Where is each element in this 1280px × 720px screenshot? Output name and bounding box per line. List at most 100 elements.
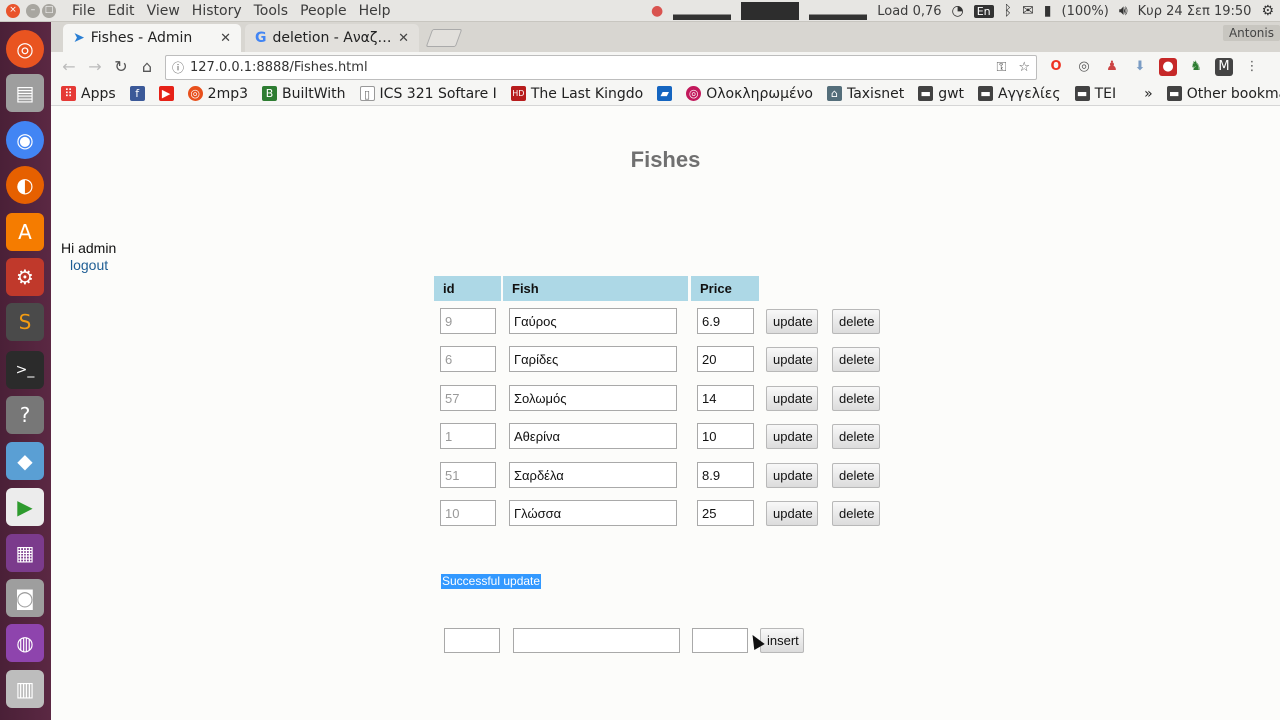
price-field[interactable] — [697, 346, 754, 372]
user-ext-icon[interactable]: ♟ — [1103, 58, 1121, 76]
insert-button[interactable]: insert — [760, 628, 804, 653]
fish-name-field[interactable] — [509, 308, 677, 334]
help-icon[interactable]: ? — [6, 396, 44, 434]
battery-level[interactable]: (100%) — [1062, 4, 1109, 19]
delete-button[interactable]: delete — [832, 424, 880, 449]
bookmark-2mp3[interactable]: ◎ 2mp3 — [187, 86, 248, 102]
load-indicator[interactable]: Load 0,76 — [877, 4, 941, 19]
media-icon[interactable]: ◍ — [6, 624, 44, 662]
update-button[interactable]: update — [766, 386, 818, 411]
software-center-icon[interactable]: A — [6, 213, 44, 251]
system-settings-icon[interactable]: ⚙ — [6, 258, 44, 296]
new-tab-button[interactable] — [425, 29, 463, 47]
tab-deletion-search[interactable]: G deletion - Αναζήτηση ✕ — [245, 24, 419, 52]
bookmark-olokliromeno[interactable]: ◎ Ολοκληρωμένο — [686, 86, 813, 102]
bookmarks-overflow-button[interactable]: » — [1144, 86, 1153, 102]
info-icon[interactable]: ⓘ — [172, 59, 184, 76]
new-id-field[interactable] — [444, 628, 500, 653]
bookmark-folder-gwt[interactable]: ▬ gwt — [918, 86, 964, 102]
id-field[interactable] — [440, 462, 496, 488]
menu-history[interactable]: History — [186, 2, 248, 20]
record-icon[interactable]: ● — [651, 3, 663, 19]
update-button[interactable]: update — [766, 463, 818, 488]
id-field[interactable] — [440, 308, 496, 334]
files-icon[interactable]: ▤ — [6, 74, 44, 112]
sublime-text-icon[interactable]: S — [6, 303, 44, 341]
camera-icon[interactable]: ◙ — [6, 579, 44, 617]
app-runner-icon[interactable]: ▶ — [6, 488, 44, 526]
menu-help[interactable]: Help — [353, 2, 397, 20]
mail-icon[interactable]: ✉ — [1022, 3, 1034, 19]
close-icon[interactable]: ✕ — [220, 31, 231, 46]
url-text[interactable]: 127.0.0.1:8888/Fishes.html — [190, 60, 990, 75]
star-icon[interactable]: ☆ — [1018, 60, 1036, 75]
delete-button[interactable]: delete — [832, 309, 880, 334]
home-icon[interactable]: ⌂ — [137, 57, 157, 77]
delete-button[interactable]: delete — [832, 463, 880, 488]
menu-icon[interactable]: ⋮ — [1243, 58, 1261, 76]
id-field[interactable] — [440, 500, 496, 526]
fish-name-field[interactable] — [509, 346, 677, 372]
fish-name-field[interactable] — [509, 500, 677, 526]
id-field[interactable] — [440, 385, 496, 411]
keyboard-layout[interactable]: En — [973, 4, 994, 18]
fish-name-field[interactable] — [509, 423, 677, 449]
menu-people[interactable]: People — [294, 2, 353, 20]
bookmark-apps[interactable]: ⠿ Apps — [61, 86, 116, 102]
gmail-icon[interactable]: M — [1215, 58, 1233, 76]
trash-icon[interactable]: ▥ — [6, 670, 44, 708]
settings-icon[interactable]: ⚙ — [1261, 3, 1274, 19]
fish-name-field[interactable] — [509, 385, 677, 411]
wifi-icon[interactable]: ◔ — [952, 3, 964, 19]
battery-icon[interactable]: ▮ — [1044, 3, 1052, 19]
lastpass-icon[interactable]: ● — [1159, 58, 1177, 76]
price-field[interactable] — [697, 462, 754, 488]
delete-button[interactable]: delete — [832, 386, 880, 411]
id-field[interactable] — [440, 346, 496, 372]
menu-file[interactable]: File — [66, 2, 101, 20]
bookmark-builtwith[interactable]: B BuiltWith — [262, 86, 346, 102]
price-field[interactable] — [697, 423, 754, 449]
window-close-button[interactable]: × — [6, 4, 20, 18]
address-bar[interactable]: ⓘ 127.0.0.1:8888/Fishes.html ⚿ ☆ — [165, 55, 1037, 80]
profile-button[interactable]: Antonis — [1222, 25, 1280, 41]
bookmark-taxisnet[interactable]: ⌂ Taxisnet — [826, 86, 904, 102]
bluetooth-icon[interactable]: ᛒ — [1004, 3, 1012, 19]
forward-icon[interactable]: → — [85, 57, 105, 77]
price-field[interactable] — [697, 308, 754, 334]
video-ext-icon[interactable]: ◎ — [1075, 58, 1093, 76]
update-button[interactable]: update — [766, 424, 818, 449]
virtualbox-icon[interactable]: ◆ — [6, 442, 44, 480]
price-field[interactable] — [697, 385, 754, 411]
workspace-icon[interactable]: ▦ — [6, 534, 44, 572]
bookmark-last-kingdom[interactable]: HD The Last Kingdo — [510, 86, 643, 102]
bookmark-facebook[interactable]: f — [129, 86, 145, 101]
fish-name-field[interactable] — [509, 462, 677, 488]
logout-link[interactable]: logout — [70, 257, 108, 273]
id-field[interactable] — [440, 423, 496, 449]
key-icon[interactable]: ⚿ — [996, 60, 1012, 75]
other-bookmarks[interactable]: ▬Other bookmarks — [1166, 86, 1280, 102]
back-icon[interactable]: ← — [59, 57, 79, 77]
clock[interactable]: Κυρ 24 Σεπ 19:50 — [1138, 4, 1252, 19]
update-button[interactable]: update — [766, 347, 818, 372]
window-minimize-button[interactable]: – — [26, 4, 40, 18]
tab-fishes-admin[interactable]: ➤ Fishes - Admin ✕ — [63, 24, 241, 52]
update-button[interactable]: update — [766, 309, 818, 334]
terminal-icon[interactable]: >_ — [6, 351, 44, 389]
reload-icon[interactable]: ↻ — [111, 57, 131, 77]
new-fish-name-field[interactable] — [513, 628, 680, 653]
bookmark-folder-tei[interactable]: ▬ TEI — [1074, 86, 1116, 102]
chrome-icon[interactable]: ◉ — [6, 121, 44, 159]
delete-button[interactable]: delete — [832, 347, 880, 372]
firefox-icon[interactable]: ◐ — [6, 166, 44, 204]
window-maximize-button[interactable]: □ — [42, 4, 56, 18]
bookmark-blue[interactable]: ▰ — [657, 86, 673, 101]
new-price-field[interactable] — [692, 628, 748, 653]
update-button[interactable]: update — [766, 501, 818, 526]
menu-edit[interactable]: Edit — [101, 2, 140, 20]
bookmark-ics321[interactable]: ▯ ICS 321 Softare I — [359, 86, 497, 102]
close-icon[interactable]: ✕ — [398, 31, 409, 46]
delete-button[interactable]: delete — [832, 501, 880, 526]
shopping-ext-icon[interactable]: ♞ — [1187, 58, 1205, 76]
